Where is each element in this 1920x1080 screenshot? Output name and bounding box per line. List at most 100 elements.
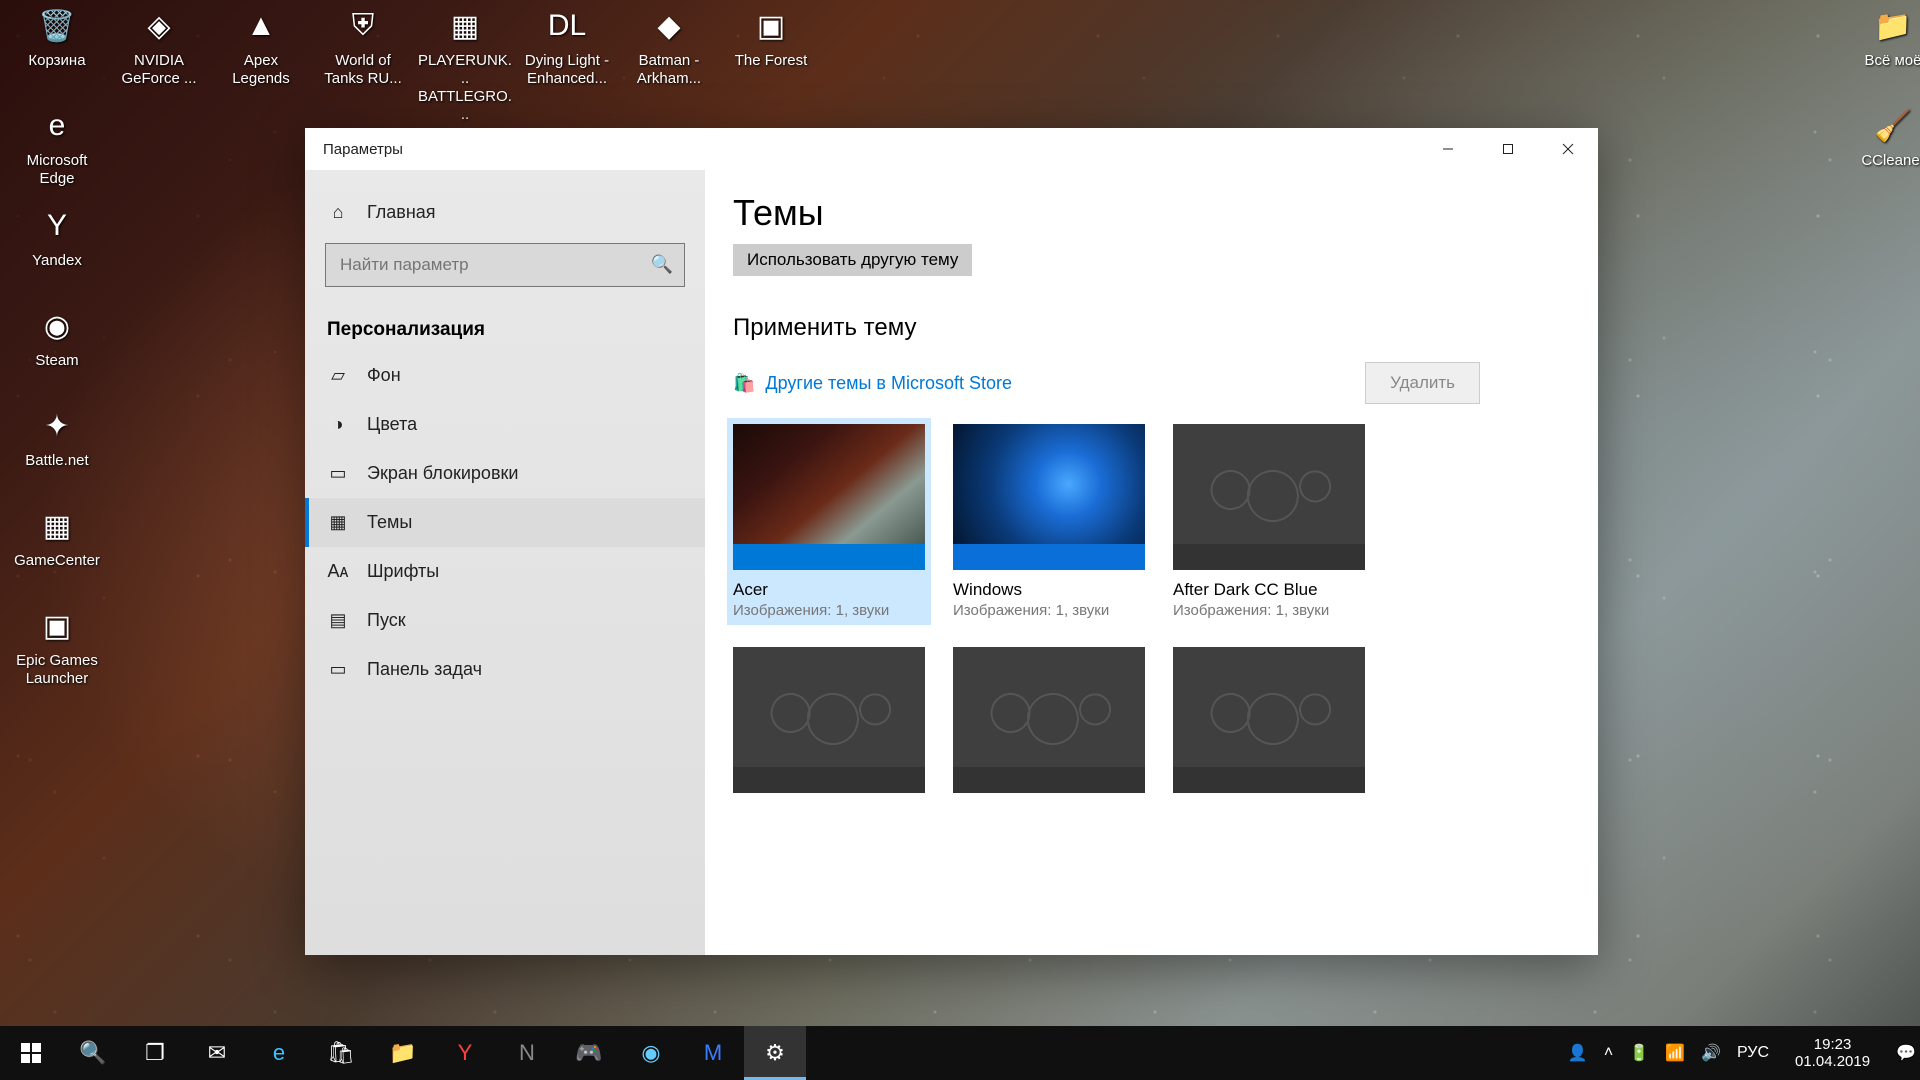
maximize-button[interactable] xyxy=(1478,128,1538,170)
desktop-icon[interactable]: YYandex xyxy=(10,204,104,270)
desktop-icon-label: Batman - Arkham... xyxy=(622,52,716,88)
taskbar-yandex[interactable]: Y xyxy=(434,1026,496,1080)
desktop-icon-label: Battle.net xyxy=(10,452,104,470)
sidebar-item[interactable]: ◑Цвета xyxy=(305,400,705,449)
store-link-label: Другие темы в Microsoft Store xyxy=(765,373,1012,394)
people-icon[interactable]: 👤 xyxy=(1568,1043,1588,1063)
window-title: Параметры xyxy=(323,141,1418,158)
taskbar-mail[interactable]: ✉ xyxy=(186,1026,248,1080)
desktop-icon[interactable]: DLDying Light - Enhanced... xyxy=(520,4,614,88)
desktop-icon-glyph: ▣ xyxy=(35,604,79,648)
theme-name: After Dark CC Blue xyxy=(1173,580,1365,600)
volume-icon[interactable]: 🔊 xyxy=(1701,1043,1721,1063)
clock-date: 01.04.2019 xyxy=(1795,1053,1870,1070)
desktop-icon[interactable]: ▦ GameCenter xyxy=(10,504,104,570)
desktop-icon-label: Корзина xyxy=(10,52,104,70)
main-panel: Темы Использовать другую тему Применить … xyxy=(705,170,1598,955)
tray-chevron-up-icon[interactable]: ˄ xyxy=(1604,1044,1613,1062)
taskbar-app-game[interactable]: 🎮 xyxy=(558,1026,620,1080)
desktop-icon[interactable]: ▦PLAYERUNK... BATTLEGRO... xyxy=(418,4,512,124)
desktop-icon-label: Steam xyxy=(10,352,104,370)
desktop-icon-glyph: e xyxy=(35,104,79,148)
apply-heading: Применить тему xyxy=(733,314,1570,342)
minimize-button[interactable] xyxy=(1418,128,1478,170)
desktop-icon[interactable]: 🗑️ Корзина xyxy=(10,4,104,70)
clock-time: 19:23 xyxy=(1795,1036,1870,1053)
theme-taskbar-preview xyxy=(1173,767,1365,793)
desktop-icon[interactable]: 📁Всё моё xyxy=(1846,4,1920,70)
taskbar-explorer[interactable]: 📁 xyxy=(372,1026,434,1080)
desktop-icon-label: Apex Legends xyxy=(214,52,308,88)
desktop-icon[interactable]: ▣ Epic Games Launcher xyxy=(10,604,104,688)
start-button[interactable] xyxy=(0,1026,62,1080)
sidebar-home[interactable]: ⌂ Главная xyxy=(305,188,705,237)
theme-desc: Изображения: 1, звуки xyxy=(1173,602,1365,619)
theme-thumbnail xyxy=(953,647,1145,767)
sidebar-item-label: Цвета xyxy=(367,414,417,435)
desktop-icon[interactable]: ⛨World of Tanks RU... xyxy=(316,4,410,88)
desktop-icon[interactable]: ✦Battle.net xyxy=(10,404,104,470)
taskbar-clock[interactable]: 19:23 01.04.2019 xyxy=(1785,1036,1880,1071)
desktop-icon[interactable]: ◉Steam xyxy=(10,304,104,370)
desktop-icon-glyph: Y xyxy=(35,204,79,248)
theme-card[interactable]: After Dark CC Blue Изображения: 1, звуки xyxy=(1173,424,1365,619)
store-link[interactable]: 🛍️ Другие темы в Microsoft Store xyxy=(733,373,1012,394)
theme-card[interactable]: WindowsИзображения: 1, звуки xyxy=(953,424,1145,619)
sidebar-item-icon: ▱ xyxy=(327,365,349,386)
sidebar-home-label: Главная xyxy=(367,202,436,223)
desktop-icon-label: GameCenter xyxy=(10,552,104,570)
desktop-icon-label: Epic Games Launcher xyxy=(10,652,104,688)
desktop-icon[interactable]: ◆Batman - Arkham... xyxy=(622,4,716,88)
sidebar-item[interactable]: AᴀШрифты xyxy=(305,547,705,596)
sidebar-item-label: Шрифты xyxy=(367,561,439,582)
theme-card[interactable] xyxy=(733,647,925,793)
task-view[interactable]: ❐ xyxy=(124,1026,186,1080)
sidebar-item-label: Экран блокировки xyxy=(367,463,518,484)
desktop-icon-glyph: ▦ xyxy=(443,4,487,48)
theme-card[interactable]: AcerИзображения: 1, звуки xyxy=(727,418,931,625)
desktop-icon-label: NVIDIA GeForce ... xyxy=(112,52,206,88)
sidebar-section-title: Персонализация xyxy=(305,301,705,351)
desktop-icon-label: World of Tanks RU... xyxy=(316,52,410,88)
titlebar[interactable]: Параметры xyxy=(305,128,1598,170)
system-tray: 👤 ˄ 🔋 📶 🔊 РУС 19:23 01.04.2019 💬 xyxy=(1568,1036,1920,1071)
sidebar-item-label: Темы xyxy=(367,512,412,533)
sidebar-item[interactable]: ▱Фон xyxy=(305,351,705,400)
action-center-icon[interactable]: 💬 xyxy=(1896,1043,1916,1063)
taskbar-store[interactable]: 🛍 xyxy=(310,1026,372,1080)
desktop-icon[interactable]: ▣The Forest xyxy=(724,4,818,70)
sidebar-item[interactable]: ▭Экран блокировки xyxy=(305,449,705,498)
theme-card[interactable] xyxy=(953,647,1145,793)
battery-icon[interactable]: 🔋 xyxy=(1629,1043,1649,1063)
use-other-theme-button[interactable]: Использовать другую тему xyxy=(733,244,972,276)
desktop[interactable]: 🗑️ Корзина ◈NVIDIA GeForce ...▲Apex Legend… xyxy=(0,0,1920,1080)
desktop-icon[interactable]: ◈NVIDIA GeForce ... xyxy=(112,4,206,88)
taskbar-malwarebytes[interactable]: M xyxy=(682,1026,744,1080)
search-input[interactable] xyxy=(325,243,685,287)
taskbar-settings[interactable]: ⚙ xyxy=(744,1026,806,1080)
theme-card[interactable] xyxy=(1173,647,1365,793)
theme-taskbar-preview xyxy=(953,767,1145,793)
theme-thumbnail xyxy=(1173,424,1365,544)
taskbar-search[interactable]: 🔍 xyxy=(62,1026,124,1080)
desktop-icon[interactable]: 🧹CCleaner xyxy=(1846,104,1920,170)
sidebar: ⌂ Главная 🔍 Персонализация ▱Фон◑Цвета▭Эк… xyxy=(305,170,705,955)
delete-button[interactable]: Удалить xyxy=(1365,362,1480,404)
sidebar-item-icon: ▦ xyxy=(327,512,349,533)
sidebar-item[interactable]: ▦ Темы xyxy=(305,498,705,547)
close-button[interactable] xyxy=(1538,128,1598,170)
taskbar-steam[interactable]: ◉ xyxy=(620,1026,682,1080)
desktop-icon[interactable]: eMicrosoft Edge xyxy=(10,104,104,188)
taskbar-edge[interactable]: e xyxy=(248,1026,310,1080)
desktop-icon-glyph: 🗑️ xyxy=(35,4,79,48)
desktop-icon-glyph: ▦ xyxy=(35,504,79,548)
taskbar: 🔍 ❐ ✉ e 🛍 📁 Y N 🎮 ◉ M ⚙ 👤 ˄ 🔋 📶 🔊 РУС 19… xyxy=(0,1026,1920,1080)
language-indicator[interactable]: РУС xyxy=(1737,1044,1769,1062)
desktop-icon[interactable]: ▲Apex Legends xyxy=(214,4,308,88)
sidebar-item[interactable]: ▭Панель задач xyxy=(305,645,705,694)
taskbar-app-n[interactable]: N xyxy=(496,1026,558,1080)
sidebar-search: 🔍 xyxy=(325,243,685,287)
desktop-icon-label: CCleaner xyxy=(1846,152,1920,170)
wifi-icon[interactable]: 📶 xyxy=(1665,1043,1685,1063)
sidebar-item[interactable]: ▤Пуск xyxy=(305,596,705,645)
